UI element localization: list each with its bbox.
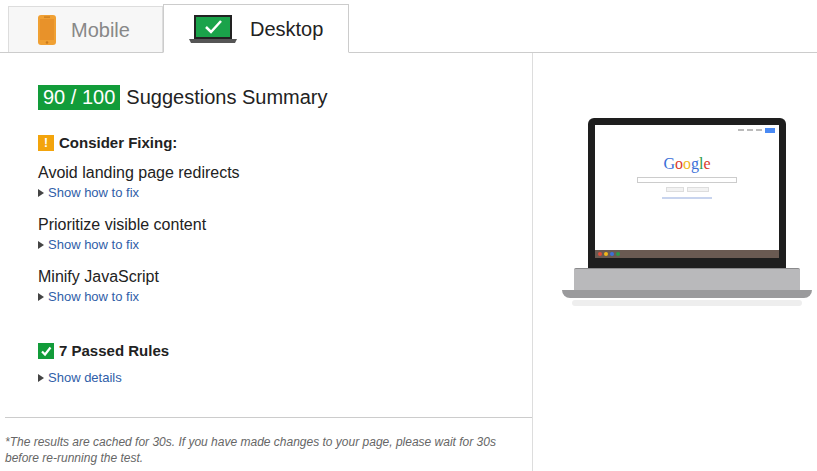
link-text: Show details (48, 369, 122, 387)
laptop-shadow (572, 300, 802, 306)
taskbar-app (598, 252, 602, 256)
laptop-keyboard (574, 268, 800, 290)
offer-line (662, 197, 712, 199)
passed-rules-heading: 7 Passed Rules (38, 342, 532, 360)
results-content: 90 / 100Suggestions Summary! Consider Fix… (0, 53, 532, 387)
laptop-preview: Google (562, 118, 812, 306)
logo-letter: g (691, 155, 699, 173)
laptop-base (562, 290, 812, 298)
tab[interactable]: Mobile (8, 6, 163, 52)
show-how-to-fix-link[interactable]: Show how to fix (38, 236, 532, 254)
preview-panel: Google (533, 53, 817, 471)
tab-label: Desktop (250, 17, 323, 41)
check-icon (38, 343, 54, 359)
show-how-to-fix-link[interactable]: Show how to fix (38, 288, 532, 306)
phone-icon (37, 14, 57, 46)
suggestion-item: Minify JavaScriptShow how to fix (38, 266, 532, 306)
consider-fixing-heading: ! Consider Fixing: (38, 134, 532, 152)
topbar-link (747, 129, 753, 131)
search-box (637, 177, 737, 183)
topbar-link (756, 129, 762, 131)
divider (5, 417, 532, 418)
expand-arrow-icon (38, 189, 44, 197)
cache-note: *The results are cached for 30s. If you … (0, 418, 525, 466)
tab-label: Mobile (71, 18, 130, 42)
topbar-link (738, 129, 744, 131)
taskbar (595, 250, 779, 258)
suggestion-title: Minify JavaScript (38, 266, 532, 288)
suggestion-title: Avoid landing page redirects (38, 162, 532, 184)
taskbar-app (604, 252, 608, 256)
score-badge: 90 / 100 (38, 85, 120, 110)
link-text: Show how to fix (48, 184, 139, 202)
results-panel: 90 / 100Suggestions Summary! Consider Fix… (0, 53, 533, 471)
suggestion-list: Avoid landing page redirectsShow how to … (38, 162, 532, 318)
taskbar-app (616, 252, 620, 256)
google-logo: Google (663, 155, 710, 173)
link-text: Show how to fix (48, 288, 139, 306)
google-topbar (595, 125, 779, 135)
show-details-link[interactable]: Show details (38, 369, 532, 387)
sign-in-button (765, 128, 775, 133)
heading-text: Consider Fixing: (59, 134, 177, 152)
suggestion-title: Prioritize visible content (38, 214, 532, 236)
suggestion-item: Avoid landing page redirectsShow how to … (38, 162, 532, 202)
laptop-icon (188, 14, 238, 44)
expand-arrow-icon (38, 241, 44, 249)
tab-bar: Mobile Desktop (0, 0, 817, 53)
suggestion-item: Prioritize visible contentShow how to fi… (38, 214, 532, 254)
logo-letter: G (663, 155, 675, 173)
logo-letter: l (699, 155, 703, 173)
expand-arrow-icon (38, 293, 44, 301)
logo-letter: o (683, 155, 691, 173)
expand-arrow-icon (38, 374, 44, 382)
show-how-to-fix-link[interactable]: Show how to fix (38, 184, 532, 202)
taskbar-app (610, 252, 614, 256)
search-button (666, 187, 684, 192)
main: 90 / 100Suggestions Summary! Consider Fix… (0, 53, 817, 471)
heading-text: 7 Passed Rules (59, 342, 169, 360)
google-body: Google (595, 135, 779, 250)
summary-title: Suggestions Summary (126, 85, 327, 110)
link-text: Show how to fix (48, 236, 139, 254)
laptop-screen: Google (588, 118, 786, 268)
logo-letter: e (703, 155, 710, 173)
tab[interactable]: Desktop (163, 4, 349, 53)
lucky-button (687, 187, 709, 192)
screen-display: Google (595, 125, 779, 258)
score-row: 90 / 100Suggestions Summary (38, 85, 532, 110)
logo-letter: o (675, 155, 683, 173)
search-buttons (666, 187, 709, 192)
warning-icon: ! (38, 135, 54, 151)
